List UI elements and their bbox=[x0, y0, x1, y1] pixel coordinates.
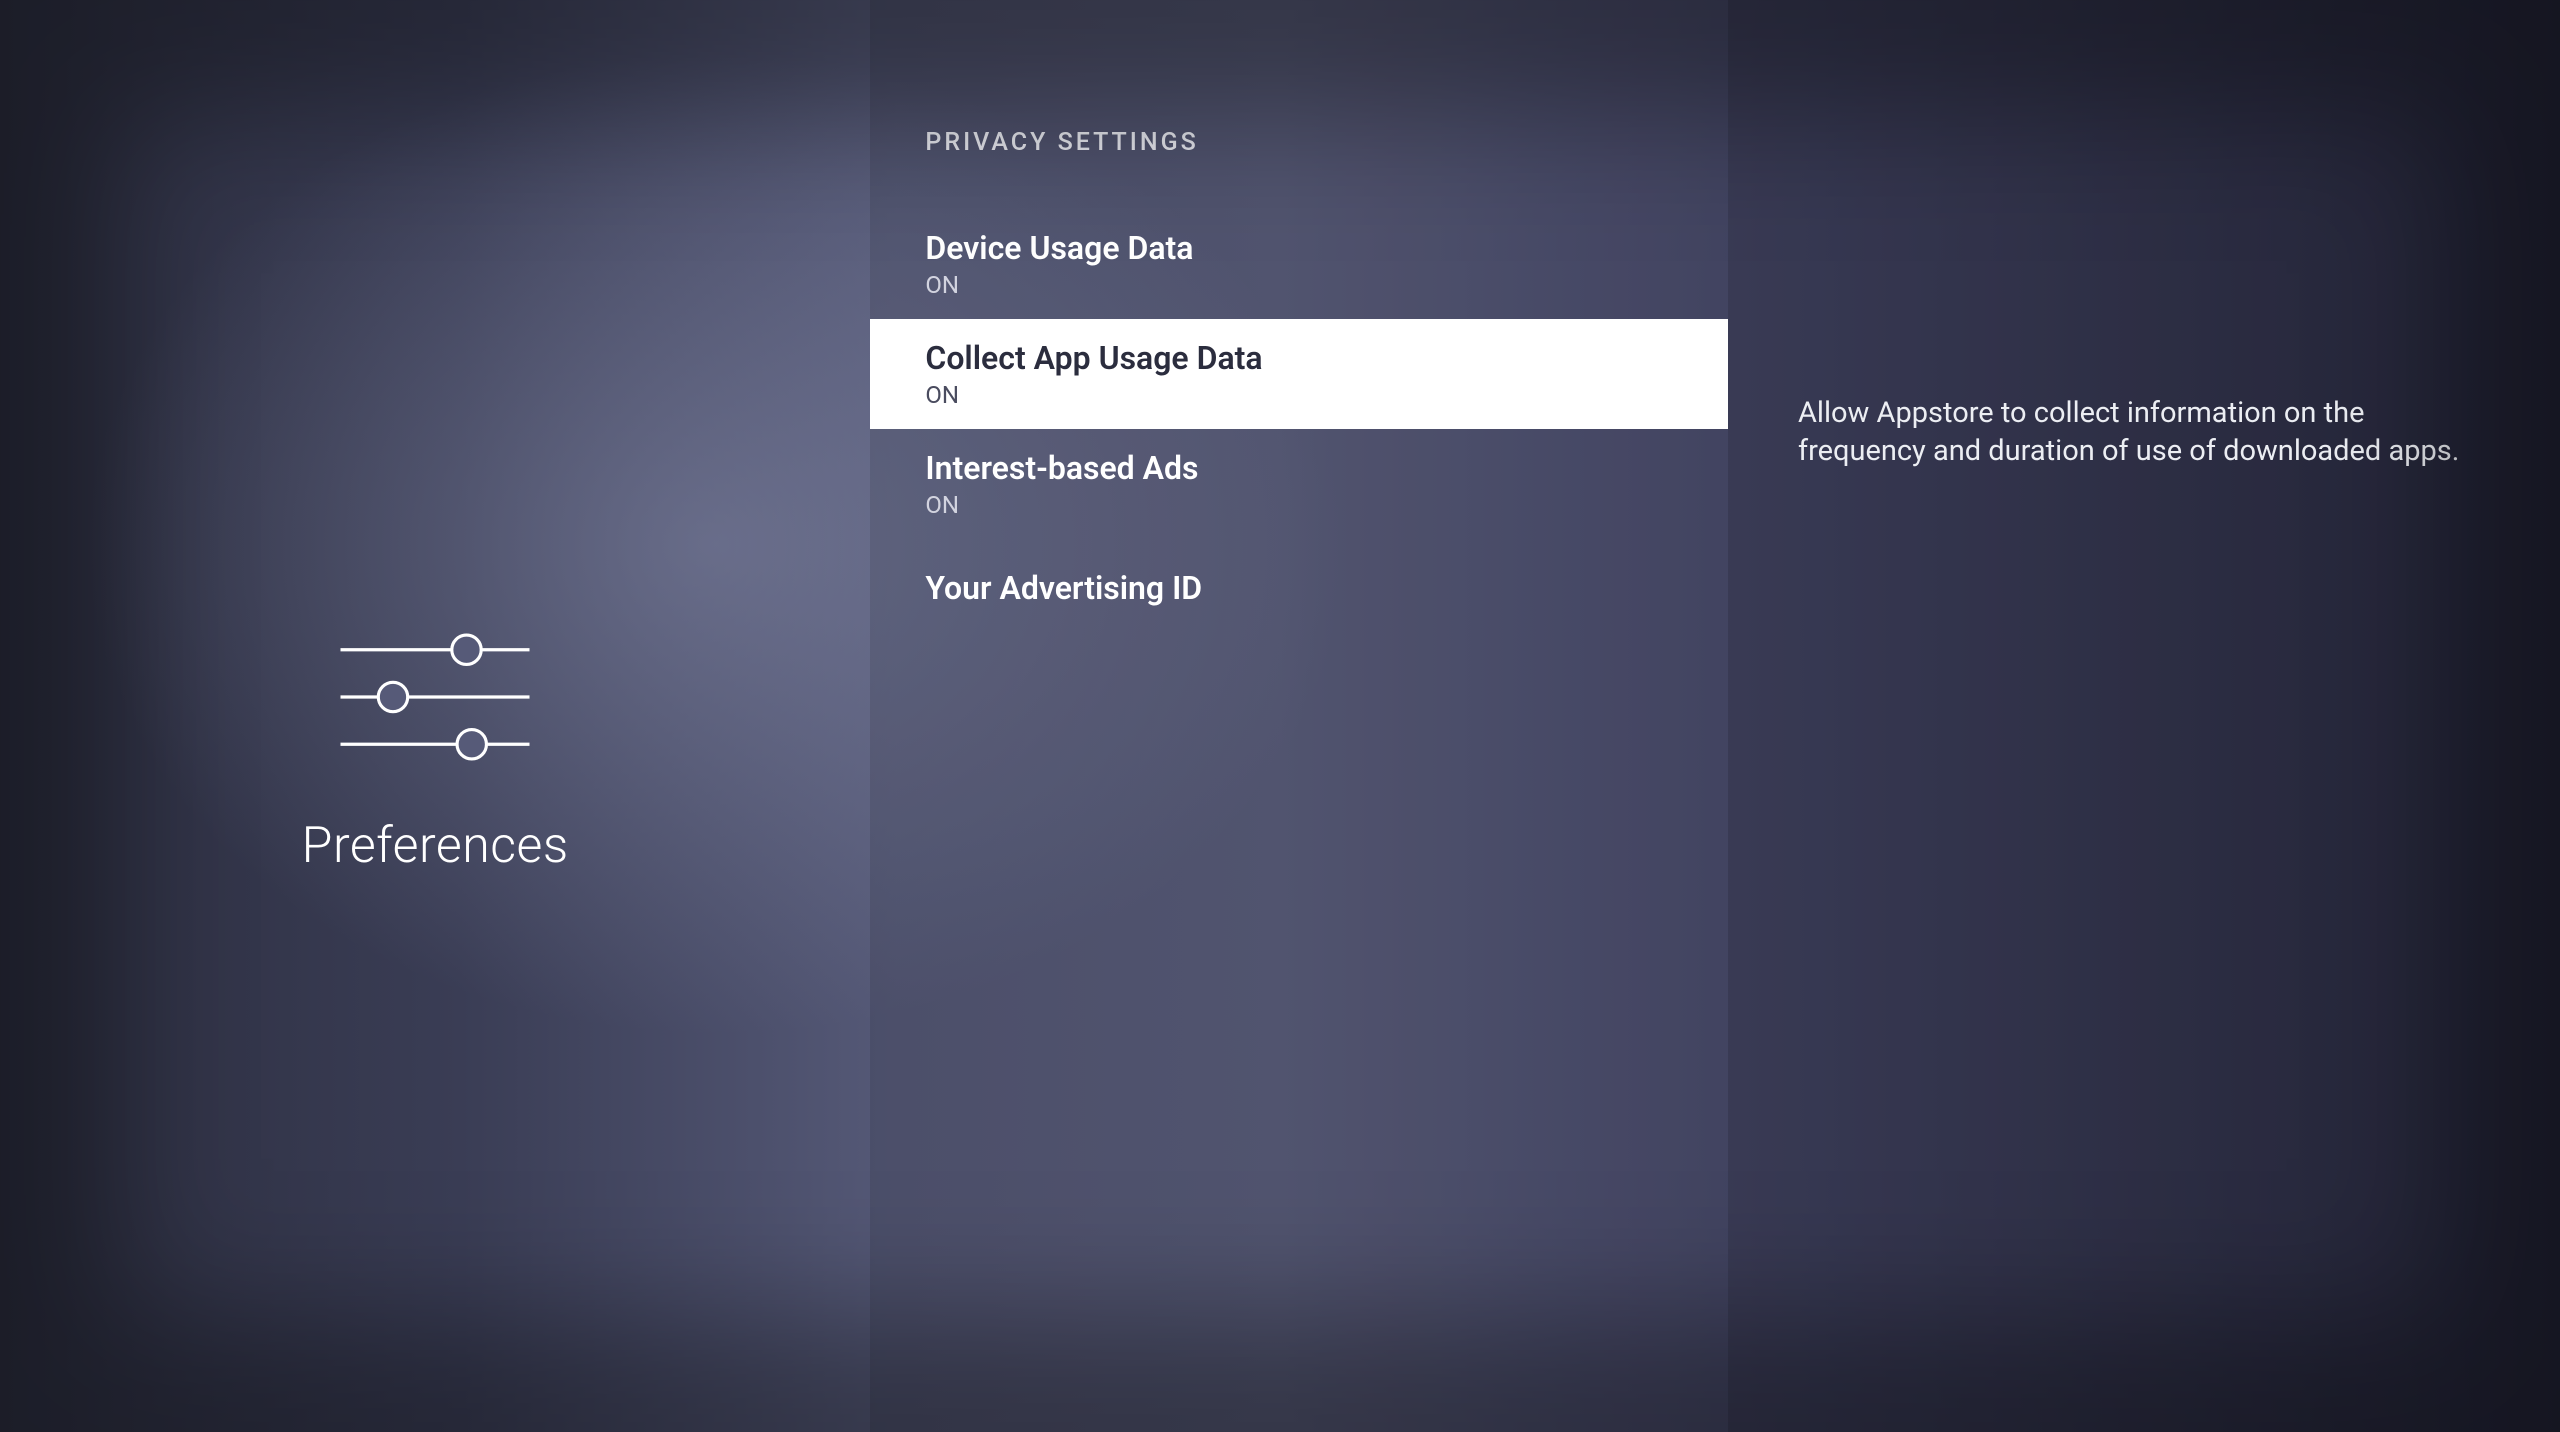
page-header: PRIVACY SETTINGS bbox=[870, 128, 1728, 209]
list-item-status: ON bbox=[925, 271, 1673, 299]
sliders-icon bbox=[330, 617, 540, 777]
list-item-your-advertising-id[interactable]: Your Advertising ID bbox=[870, 539, 1728, 637]
item-description: Allow Appstore to collect information on… bbox=[1798, 395, 2470, 470]
list-item-device-usage-data[interactable]: Device Usage Data ON bbox=[870, 209, 1728, 319]
list-item-interest-based-ads[interactable]: Interest-based Ads ON bbox=[870, 429, 1728, 539]
settings-list: Device Usage Data ON Collect App Usage D… bbox=[870, 209, 1728, 637]
list-item-title: Your Advertising ID bbox=[925, 559, 1673, 617]
list-item-status: ON bbox=[925, 381, 1673, 409]
list-item-title: Interest-based Ads bbox=[925, 449, 1673, 487]
list-item-title: Collect App Usage Data bbox=[925, 339, 1673, 377]
description-pane: Allow Appstore to collect information on… bbox=[1728, 0, 2560, 1432]
left-pane: Preferences bbox=[0, 0, 870, 1432]
list-item-status: ON bbox=[925, 491, 1673, 519]
list-item-collect-app-usage-data[interactable]: Collect App Usage Data ON bbox=[870, 319, 1728, 429]
section-title: Preferences bbox=[302, 817, 569, 875]
settings-list-pane: PRIVACY SETTINGS Device Usage Data ON Co… bbox=[870, 0, 1728, 1432]
list-item-title: Device Usage Data bbox=[925, 229, 1673, 267]
